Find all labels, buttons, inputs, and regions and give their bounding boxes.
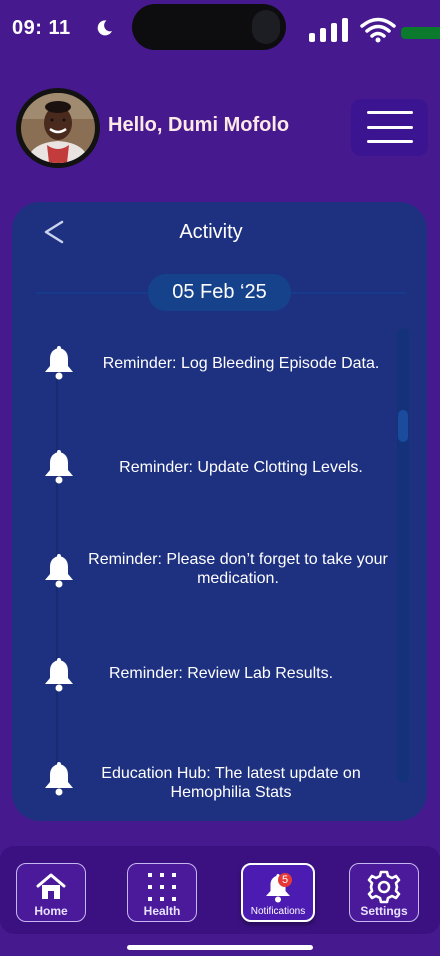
bell-icon: [45, 450, 73, 484]
battery-icon: [401, 27, 440, 39]
date-badge: 05 Feb ‘25: [148, 274, 291, 311]
bell-icon: [45, 658, 73, 692]
camera-icon: [252, 10, 280, 44]
hamburger-menu-icon: [367, 111, 413, 114]
bell-icon: [45, 762, 73, 796]
nav-health-label: Health: [143, 904, 181, 918]
moon-icon: [97, 20, 112, 36]
home-indicator[interactable]: [127, 945, 313, 950]
avatar[interactable]: [16, 88, 100, 168]
gear-icon: [367, 870, 401, 904]
app-screen: 09: 11 Hello, Dumi Mofolo Activity 05 Fe…: [0, 0, 440, 956]
item-text: Reminder: Please don’t forget to take yo…: [88, 551, 388, 587]
list-item[interactable]: Education Hub: The latest update on Hemo…: [42, 760, 402, 804]
notification-badge: 5: [278, 873, 292, 887]
signal-icon: [309, 18, 348, 42]
bell-icon: [45, 346, 73, 380]
list-item[interactable]: Reminder: Log Bleeding Episode Data.: [42, 344, 402, 388]
nav-home-label: Home: [34, 904, 68, 918]
bottom-nav: Home Health 5 Notifications Settings: [0, 846, 440, 934]
nav-notifications-label: Notifications: [250, 906, 306, 917]
scrollbar[interactable]: [397, 328, 409, 782]
hamburger-line: [367, 140, 413, 143]
menu-button[interactable]: [351, 99, 428, 156]
list-item[interactable]: Reminder: Please don’t forget to take yo…: [42, 551, 402, 596]
nav-settings-button[interactable]: Settings: [349, 863, 419, 922]
wifi-icon: [360, 17, 396, 43]
hamburger-line: [367, 126, 413, 129]
nav-settings-label: Settings: [360, 904, 408, 918]
nav-notifications-button[interactable]: 5 Notifications: [241, 863, 315, 922]
nav-health-button[interactable]: Health: [127, 863, 197, 922]
activity-card: Activity 05 Feb ‘25 Reminder: Log Bleedi…: [12, 202, 427, 821]
nav-home-button[interactable]: Home: [16, 863, 86, 922]
bell-icon: [45, 554, 73, 588]
item-text: Reminder: Log Bleeding Episode Data.: [102, 355, 380, 372]
status-time: 09: 11: [12, 17, 71, 39]
list-item[interactable]: Reminder: Update Clotting Levels.: [42, 448, 402, 492]
greeting-text: Hello, Dumi Mofolo: [108, 114, 290, 136]
grid-icon: [148, 873, 176, 901]
home-icon: [36, 873, 66, 899]
item-text: Reminder: Update Clotting Levels.: [119, 459, 363, 476]
list-item[interactable]: Reminder: Review Lab Results.: [42, 656, 402, 700]
activity-title: Activity: [179, 221, 243, 243]
scrollbar-thumb[interactable]: [398, 410, 408, 442]
item-text: Education Hub: The latest update on Hemo…: [101, 765, 361, 801]
avatar-photo: [21, 93, 95, 163]
item-text: Reminder: Review Lab Results.: [108, 665, 334, 682]
